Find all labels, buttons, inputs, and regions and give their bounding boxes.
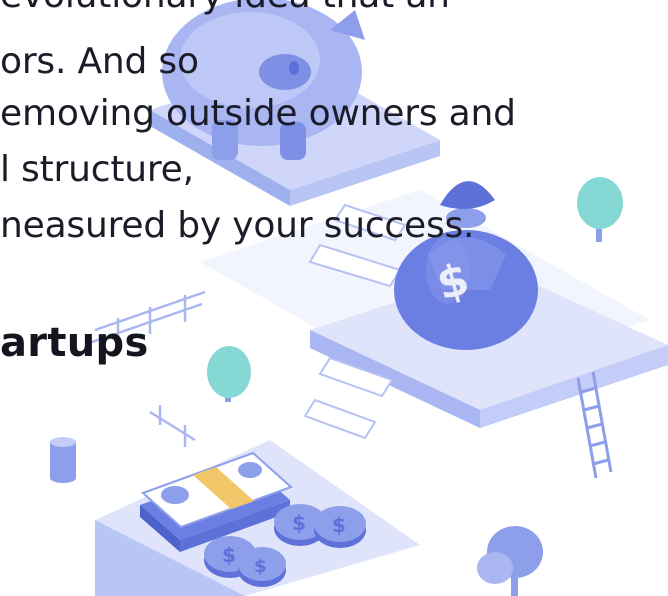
coin-icon: $ xyxy=(314,506,366,548)
isometric-finance-illustration: $ $ $ $ $ xyxy=(50,0,668,596)
coin-dollar-symbol: $ xyxy=(254,556,267,577)
tree-middle xyxy=(207,346,251,402)
cylinder-icon xyxy=(50,437,76,483)
fence xyxy=(91,290,206,447)
coin-dollar-symbol: $ xyxy=(292,511,306,535)
coin-icon: $ xyxy=(238,547,286,587)
tree-bottom xyxy=(477,526,543,596)
coin-dollar-symbol: $ xyxy=(332,513,346,537)
coin-dollar-symbol: $ xyxy=(222,543,236,567)
tree-right-top xyxy=(577,177,623,242)
